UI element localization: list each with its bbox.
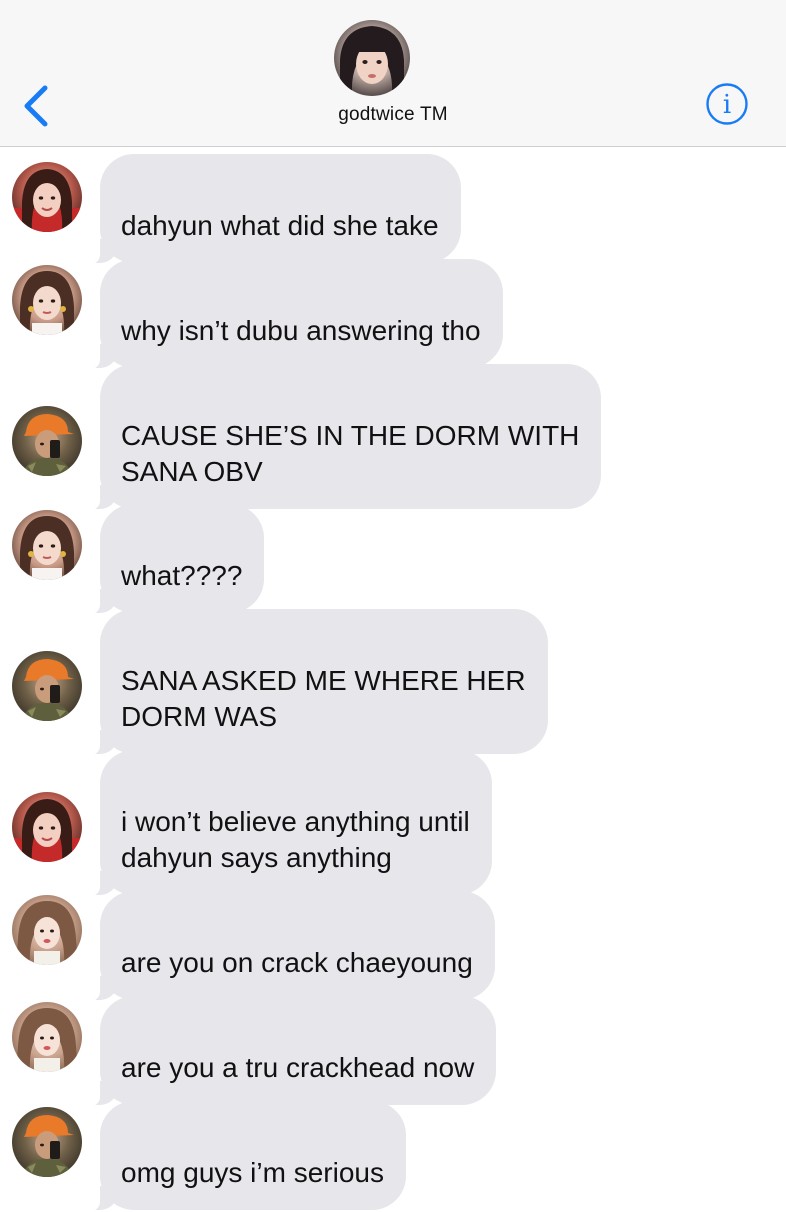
message-text: dahyun what did she take	[121, 210, 439, 241]
message-thread[interactable]: dahyun what did she take why isn’t dubu …	[0, 146, 786, 1212]
message-text: why isn’t dubu answering tho	[121, 315, 481, 346]
profile-photo-a	[12, 792, 82, 862]
profile-photo-c	[12, 1107, 82, 1177]
sender-avatar[interactable]	[12, 162, 82, 232]
message-bubble[interactable]: what????	[77, 504, 265, 615]
message-text: i won’t believe anything until dahyun sa…	[121, 806, 470, 873]
profile-photo-d	[12, 895, 82, 965]
message-bubble[interactable]: are you on crack chaeyoung	[78, 891, 495, 1002]
profile-photo-c	[12, 651, 82, 721]
message-row: omg guys i’m serious	[0, 1101, 786, 1212]
sender-avatar[interactable]	[12, 651, 82, 721]
group-avatar[interactable]	[334, 20, 410, 96]
message-text: what????	[121, 560, 243, 591]
conversation-header: godtwice TM i	[0, 0, 786, 147]
profile-photo-c	[12, 406, 82, 476]
sender-avatar[interactable]	[12, 1002, 82, 1072]
message-bubble[interactable]: i won’t believe anything until dahyun sa…	[78, 750, 492, 897]
message-row: are you a tru crackhead now	[0, 996, 786, 1107]
message-row: are you on crack chaeyoung	[0, 891, 786, 1002]
message-text: SANA ASKED ME WHERE HER DORM WAS	[121, 665, 526, 732]
sender-avatar[interactable]	[12, 510, 82, 580]
sender-avatar[interactable]	[12, 792, 82, 862]
message-text: CAUSE SHE’S IN THE DORM WITH SANA OBV	[121, 420, 580, 487]
message-bubble[interactable]: omg guys i’m serious	[78, 1101, 406, 1212]
profile-photo-d	[12, 1002, 82, 1072]
message-row: why isn’t dubu answering tho	[0, 259, 786, 370]
message-bubble[interactable]: dahyun what did she take	[78, 154, 461, 265]
message-text: are you on crack chaeyoung	[121, 947, 473, 978]
profile-photo-b	[12, 510, 82, 580]
message-row: SANA ASKED ME WHERE HER DORM WAS	[0, 609, 786, 756]
sender-avatar[interactable]	[12, 406, 82, 476]
message-text: are you a tru crackhead now	[121, 1052, 475, 1083]
svg-text:i: i	[723, 90, 731, 120]
message-row: dahyun what did she take	[0, 154, 786, 265]
message-bubble[interactable]: are you a tru crackhead now	[77, 996, 497, 1107]
profile-photo-b	[12, 265, 82, 335]
message-bubble[interactable]: CAUSE SHE’S IN THE DORM WITH SANA OBV	[77, 364, 602, 511]
profile-photo-a	[12, 162, 82, 232]
sender-avatar[interactable]	[12, 265, 82, 335]
sender-avatar[interactable]	[12, 1107, 82, 1177]
message-bubble[interactable]: SANA ASKED ME WHERE HER DORM WAS	[78, 609, 548, 756]
conversation-title: godtwice TM	[338, 104, 448, 125]
profile-photo	[334, 20, 410, 96]
sender-avatar[interactable]	[12, 895, 82, 965]
message-row: CAUSE SHE’S IN THE DORM WITH SANA OBV	[0, 364, 786, 511]
message-row: i won’t believe anything until dahyun sa…	[0, 750, 786, 897]
message-row: what????	[0, 504, 786, 615]
message-bubble[interactable]: why isn’t dubu answering tho	[78, 259, 503, 370]
info-circle-icon: i	[706, 83, 748, 125]
message-text: omg guys i’m serious	[121, 1157, 384, 1188]
info-button[interactable]: i	[705, 82, 749, 126]
